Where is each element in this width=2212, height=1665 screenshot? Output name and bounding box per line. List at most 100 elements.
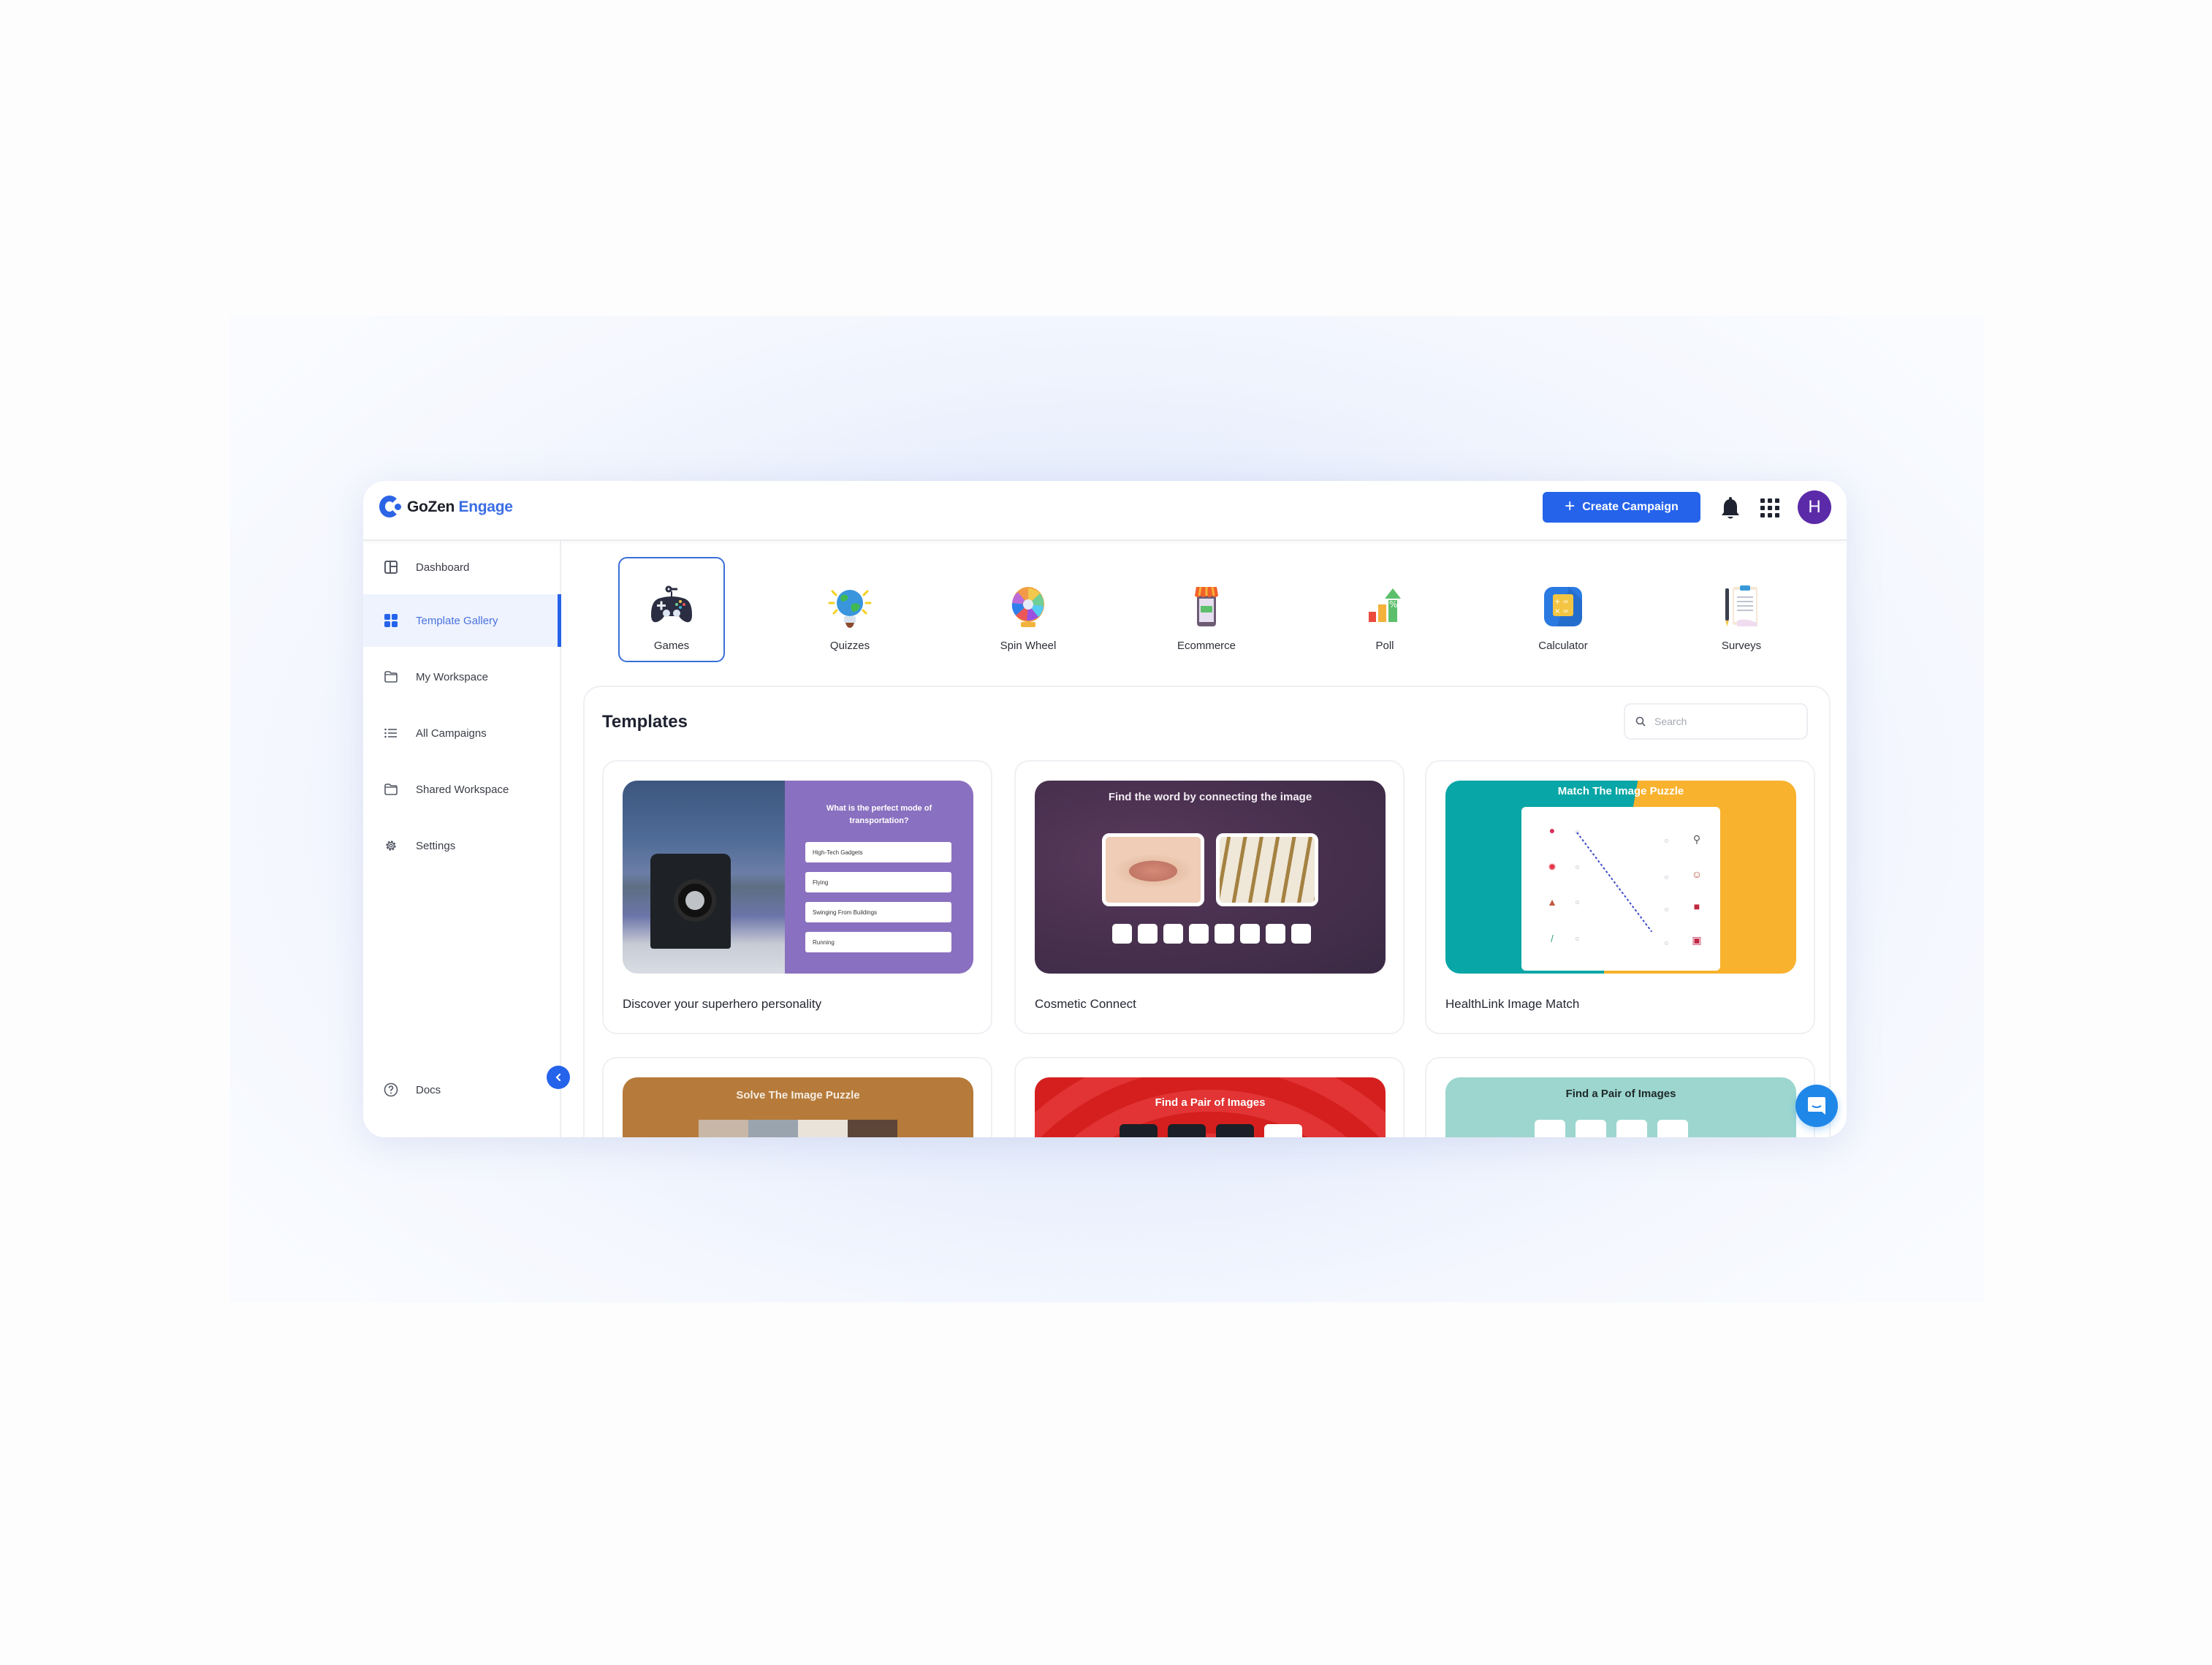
app-window: GoZen Engage + Create Campaign H Dashboa… xyxy=(363,481,1847,1137)
preview-option: Swinging From Buildings xyxy=(805,902,951,922)
template-preview: Find the word by connecting the image xyxy=(1035,781,1386,974)
help-circle-icon xyxy=(384,1082,398,1097)
grid-icon xyxy=(384,613,398,628)
sidebar-item-docs[interactable]: Docs xyxy=(363,1063,560,1116)
list-icon xyxy=(384,726,398,740)
svg-text:+ =: + = xyxy=(1554,598,1569,606)
preview-question: What is the perfect mode of transportati… xyxy=(826,804,932,825)
chevron-left-icon xyxy=(555,1073,561,1082)
sidebar-item-shared-workspace[interactable]: Shared Workspace xyxy=(363,763,560,816)
category-label: Quizzes xyxy=(829,640,870,652)
clipboard-icon xyxy=(1725,585,1757,626)
sidebar-item-label: Docs xyxy=(416,1083,441,1096)
pair-tiles xyxy=(1120,1124,1302,1137)
bell-icon[interactable] xyxy=(1719,497,1741,522)
virus-icon: ✹ xyxy=(1548,860,1557,873)
template-preview: Find a Pair of Images xyxy=(1445,1077,1796,1137)
template-card[interactable]: Find a Pair of Images xyxy=(1425,1057,1815,1137)
category-games[interactable]: Games xyxy=(618,557,725,662)
sidebar-item-label: Shared Workspace xyxy=(416,783,509,796)
sidebar-item-my-workspace[interactable]: My Workspace xyxy=(363,651,560,703)
category-label: Ecommerce xyxy=(1177,640,1236,652)
category-ecommerce[interactable]: Ecommerce xyxy=(1153,557,1260,662)
brand-primary: GoZen xyxy=(407,498,455,515)
template-card[interactable]: Find the word by connecting the image Co… xyxy=(1014,760,1405,1034)
templates-panel: Templates What is the perfect mode of tr… xyxy=(583,686,1831,1137)
preview-option: High-Tech Gadgets xyxy=(805,842,951,862)
top-header: GoZen Engage + Create Campaign H xyxy=(363,481,1847,541)
microscope-icon: ⚲ xyxy=(1692,832,1701,845)
apps-grid-icon[interactable] xyxy=(1760,498,1779,517)
syringe-icon: / xyxy=(1551,933,1554,944)
patient-icon: ▲ xyxy=(1547,896,1557,908)
sidebar-item-label: My Workspace xyxy=(416,670,488,683)
svg-text:%: % xyxy=(1389,599,1397,610)
sidebar-item-label: Settings xyxy=(416,839,456,852)
template-name: HealthLink Image Match xyxy=(1445,997,1580,1011)
calculator-icon: + = × = xyxy=(1544,587,1582,626)
dashboard-icon xyxy=(384,560,398,574)
match-board: ● ✹ ▲ / ⚲ ☺ ■ ▣ xyxy=(1521,807,1720,971)
category-label: Spin Wheel xyxy=(1000,640,1057,652)
preview-title: Solve The Image Puzzle xyxy=(736,1089,860,1101)
support-chat-button[interactable] xyxy=(1795,1085,1838,1127)
sidebar-item-all-campaigns[interactable]: All Campaigns xyxy=(363,707,560,759)
category-label: Poll xyxy=(1375,640,1394,652)
templates-title: Templates xyxy=(602,712,688,732)
bar-chart-icon: % xyxy=(1369,588,1401,622)
search-icon xyxy=(1635,716,1646,727)
brand-logo[interactable]: GoZen Engage xyxy=(379,496,513,519)
template-card[interactable]: Match The Image Puzzle ● ✹ ▲ / ⚲ ☺ ■ ▣ H… xyxy=(1425,760,1815,1034)
gear-icon xyxy=(384,838,398,853)
blood-drop-icon: ● xyxy=(1548,824,1556,836)
category-quizzes[interactable]: Quizzes xyxy=(797,557,903,662)
preview-title: Find a Pair of Images xyxy=(1155,1096,1266,1109)
template-preview: Find a Pair of Images xyxy=(1035,1077,1386,1137)
template-name: Discover your superhero personality xyxy=(623,997,822,1011)
sidebar-item-label: Dashboard xyxy=(416,561,470,574)
search-input[interactable] xyxy=(1654,716,1786,727)
chat-bubble-icon xyxy=(1808,1097,1825,1115)
sidebar-item-template-gallery[interactable]: Template Gallery xyxy=(363,594,561,647)
preview-image-sticks xyxy=(1216,833,1318,906)
category-calculator[interactable]: + = × = Calculator xyxy=(1510,557,1616,662)
blood-bag-icon: ▣ xyxy=(1692,933,1702,946)
sidebar-item-settings[interactable]: Settings xyxy=(363,819,560,872)
category-surveys[interactable]: Surveys xyxy=(1688,557,1795,662)
sidebar-item-dashboard[interactable]: Dashboard xyxy=(363,541,560,593)
match-line xyxy=(1576,832,1653,933)
pair-tiles xyxy=(1535,1120,1688,1137)
folder-icon xyxy=(384,670,398,684)
template-card[interactable]: What is the perfect mode of transportati… xyxy=(602,760,992,1034)
category-poll[interactable]: % Poll xyxy=(1331,557,1438,662)
template-card[interactable]: Solve The Image Puzzle xyxy=(602,1057,992,1137)
lightbulb-globe-icon xyxy=(828,590,872,628)
shop-icon xyxy=(1195,586,1218,626)
logo-icon xyxy=(379,496,401,519)
spin-wheel-icon xyxy=(1011,587,1044,627)
svg-text:× =: × = xyxy=(1554,607,1569,615)
preview-title: Find the word by connecting the image xyxy=(1108,791,1312,803)
preview-title: Match The Image Puzzle xyxy=(1557,785,1684,797)
template-search[interactable] xyxy=(1624,703,1808,740)
category-label: Games xyxy=(653,640,690,652)
preview-title: Find a Pair of Images xyxy=(1565,1088,1676,1100)
template-card[interactable]: Find a Pair of Images xyxy=(1014,1057,1405,1137)
template-preview: Solve The Image Puzzle xyxy=(623,1077,973,1137)
category-spin-wheel[interactable]: Spin Wheel xyxy=(975,557,1082,662)
create-campaign-button[interactable]: + Create Campaign xyxy=(1543,492,1700,523)
brand-name: GoZen Engage xyxy=(407,498,513,516)
preview-image-lips xyxy=(1102,833,1204,906)
sidebar-collapse-button[interactable] xyxy=(547,1066,570,1089)
brand-secondary: Engage xyxy=(458,498,513,515)
user-avatar[interactable]: H xyxy=(1798,490,1831,524)
template-name: Cosmetic Connect xyxy=(1035,997,1136,1011)
gamepad-icon xyxy=(651,585,692,623)
plus-icon: + xyxy=(1565,496,1576,516)
category-label: Surveys xyxy=(1721,640,1762,652)
template-preview: Match The Image Puzzle ● ✹ ▲ / ⚲ ☺ ■ ▣ xyxy=(1445,781,1796,974)
preview-photo-jeep xyxy=(623,781,785,974)
preview-quiz-panel: What is the perfect mode of transportati… xyxy=(785,781,973,974)
preview-option: Running xyxy=(805,932,951,952)
category-label: Calculator xyxy=(1538,640,1588,652)
